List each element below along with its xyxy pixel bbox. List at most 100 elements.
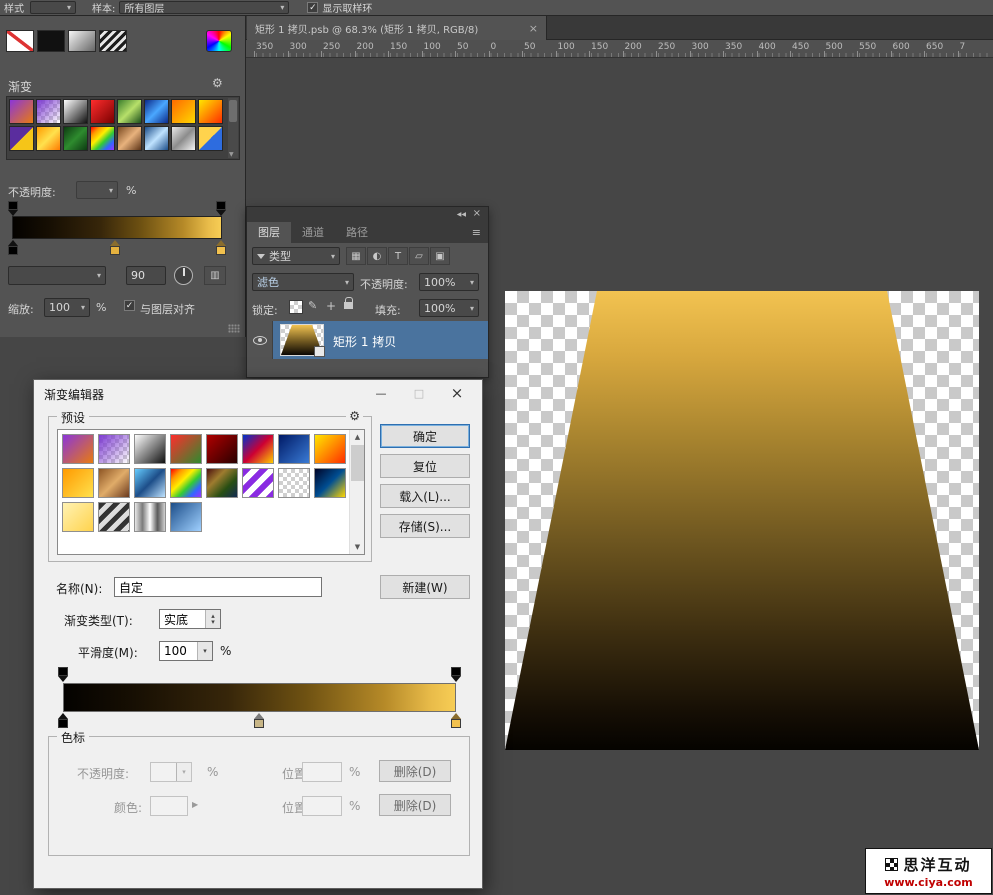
gradient-preset-swatch[interactable] <box>198 99 223 124</box>
gradient-preset-swatch[interactable] <box>171 99 196 124</box>
tab-channels[interactable]: 通道 <box>291 222 335 243</box>
filter-smart-object-button[interactable]: ▣ <box>430 247 450 265</box>
gradient-preset-swatch[interactable] <box>278 468 310 498</box>
swatch-pattern[interactable] <box>99 30 127 52</box>
new-button[interactable]: 新建(W) <box>380 575 470 599</box>
gradient-preset-swatch[interactable] <box>134 502 166 532</box>
dialog-close-button[interactable]: × <box>440 380 474 406</box>
gradient-preset-swatch[interactable] <box>206 468 238 498</box>
gradient-preset-swatch[interactable] <box>314 434 346 464</box>
layer-visibility-eye-icon[interactable] <box>252 335 267 345</box>
sample-dropdown[interactable]: 所有图层 ▾ <box>119 1 290 15</box>
load-button[interactable]: 载入(L)... <box>380 484 470 508</box>
angle-dial[interactable] <box>174 266 193 285</box>
stop-opacity-field[interactable]: ▾ <box>150 762 192 782</box>
gradient-preset-swatch[interactable] <box>36 99 61 124</box>
opacity-stop[interactable] <box>57 667 69 682</box>
gradient-preset-swatch[interactable] <box>9 99 34 124</box>
blend-mode-dropdown[interactable]: 滤色 ▾ <box>252 273 354 291</box>
gear-icon[interactable]: ⚙ <box>212 76 223 90</box>
gradient-preset-swatch[interactable] <box>117 126 142 151</box>
opacity-stop[interactable] <box>7 201 19 216</box>
color-stop[interactable] <box>450 713 462 728</box>
layer-opacity-dropdown[interactable]: 100% ▾ <box>419 273 479 291</box>
filter-image-button[interactable]: ▦ <box>346 247 366 265</box>
gradient-preset-swatch[interactable] <box>90 126 115 151</box>
scale-dropdown[interactable]: 100 ▾ <box>44 298 90 317</box>
gradient-preset-swatch[interactable] <box>117 99 142 124</box>
scroll-down-arrow[interactable]: ▼ <box>229 151 234 158</box>
horizontal-ruler[interactable]: 350 300 250 200 150 100 50 0 50 100 150 200 250 300 35… <box>246 40 993 58</box>
scroll-up-arrow[interactable]: ▲ <box>350 430 365 444</box>
tab-layers[interactable]: 图层 <box>247 222 291 243</box>
gradient-preset-swatch[interactable] <box>134 468 166 498</box>
color-stop[interactable] <box>7 240 19 255</box>
show-sampling-ring-checkbox[interactable]: ✓ 显示取样环 <box>307 0 372 15</box>
scrollbar-thumb[interactable] <box>351 445 364 481</box>
style-dropdown[interactable]: ▾ <box>30 1 76 14</box>
gradient-preset-swatch[interactable] <box>98 502 130 532</box>
gradient-preset-swatch[interactable] <box>62 502 94 532</box>
lock-transparency-button[interactable] <box>289 300 303 314</box>
delete-opacity-stop-button[interactable]: 删除(D) <box>379 760 451 782</box>
opacity-stop[interactable] <box>450 667 462 682</box>
dialog-presets-scrollbar[interactable]: ▲ ▼ <box>349 430 364 554</box>
save-button[interactable]: 存储(S)... <box>380 514 470 538</box>
scrollbar-thumb[interactable] <box>229 100 237 122</box>
dialog-titlebar[interactable]: 渐变编辑器 — □ × <box>34 380 482 406</box>
panel-resize-handle[interactable] <box>228 324 240 333</box>
filter-adjustment-button[interactable]: ◐ <box>367 247 387 265</box>
stop-color-swatch[interactable] <box>150 796 188 816</box>
lock-pixels-button[interactable]: ✎ <box>308 299 317 312</box>
gradient-preset-swatch[interactable] <box>134 434 166 464</box>
collapse-panel-icon[interactable]: ◀◀ <box>457 211 466 218</box>
editor-gradient-bar[interactable] <box>63 683 456 712</box>
gradient-preset-swatch[interactable] <box>278 434 310 464</box>
gradient-preset-swatch[interactable] <box>90 99 115 124</box>
fill-dropdown[interactable]: 100% ▾ <box>419 299 479 317</box>
gradient-preset-swatch[interactable] <box>63 99 88 124</box>
panel-menu-icon[interactable]: ≡ <box>472 226 481 239</box>
ok-button[interactable]: 确定 <box>380 424 470 448</box>
gradient-preset-swatch[interactable] <box>98 434 130 464</box>
gradient-preset-swatch[interactable] <box>314 468 346 498</box>
gradient-type-dropdown[interactable]: 实底 ▴ ▾ <box>159 609 221 629</box>
gear-icon[interactable]: ⚙ <box>346 409 363 423</box>
panel-gradient-bar[interactable] <box>12 216 222 239</box>
gradient-options-button[interactable]: ▥ <box>204 266 226 285</box>
gradient-name-input[interactable] <box>114 577 322 597</box>
scroll-down-arrow[interactable]: ▼ <box>350 540 365 554</box>
gradient-preset-swatch[interactable] <box>198 126 223 151</box>
gradient-preset-swatch[interactable] <box>144 99 169 124</box>
rainbow-gradient-icon[interactable] <box>206 30 232 52</box>
color-position-field[interactable] <box>302 796 342 816</box>
gradient-preset-swatch[interactable] <box>206 434 238 464</box>
gradient-preset-swatch[interactable] <box>36 126 61 151</box>
presets-scrollbar[interactable]: ▼ <box>228 98 238 158</box>
tab-paths[interactable]: 路径 <box>335 222 379 243</box>
gradient-preset-swatch[interactable] <box>63 126 88 151</box>
layers-panel-header[interactable]: ◀◀ × <box>247 207 488 222</box>
color-stop[interactable] <box>109 240 121 255</box>
reset-button[interactable]: 复位 <box>380 454 470 478</box>
filter-type-dropdown[interactable]: 类型 ▾ <box>252 247 340 265</box>
lock-all-button[interactable] <box>344 297 356 313</box>
gradient-preset-swatch[interactable] <box>98 468 130 498</box>
gradient-preset-swatch[interactable] <box>242 468 274 498</box>
color-stop[interactable] <box>57 713 69 728</box>
layer-thumbnail[interactable] <box>280 324 325 357</box>
gradient-preset-swatch[interactable] <box>9 126 34 151</box>
method-dropdown[interactable]: ▾ <box>8 266 106 285</box>
tab-close-icon[interactable]: × <box>529 22 538 35</box>
lock-position-button[interactable]: + <box>326 299 336 313</box>
gradient-midpoint[interactable] <box>253 713 265 728</box>
color-swatch-arrow-icon[interactable]: ▶ <box>192 800 198 809</box>
smoothness-dropdown[interactable]: 100 ▾ <box>159 641 213 661</box>
filter-type-text-button[interactable]: T <box>388 247 408 265</box>
color-stop[interactable] <box>215 240 227 255</box>
gradient-preset-swatch[interactable] <box>170 468 202 498</box>
panel-opacity-field[interactable]: ▾ <box>76 181 118 199</box>
document-tab[interactable]: 矩形 1 拷贝.psb @ 68.3% (矩形 1 拷贝, RGB/8) × <box>247 16 547 40</box>
panel-close-icon[interactable]: × <box>473 208 481 219</box>
layer-visibility-cell[interactable] <box>247 321 273 359</box>
